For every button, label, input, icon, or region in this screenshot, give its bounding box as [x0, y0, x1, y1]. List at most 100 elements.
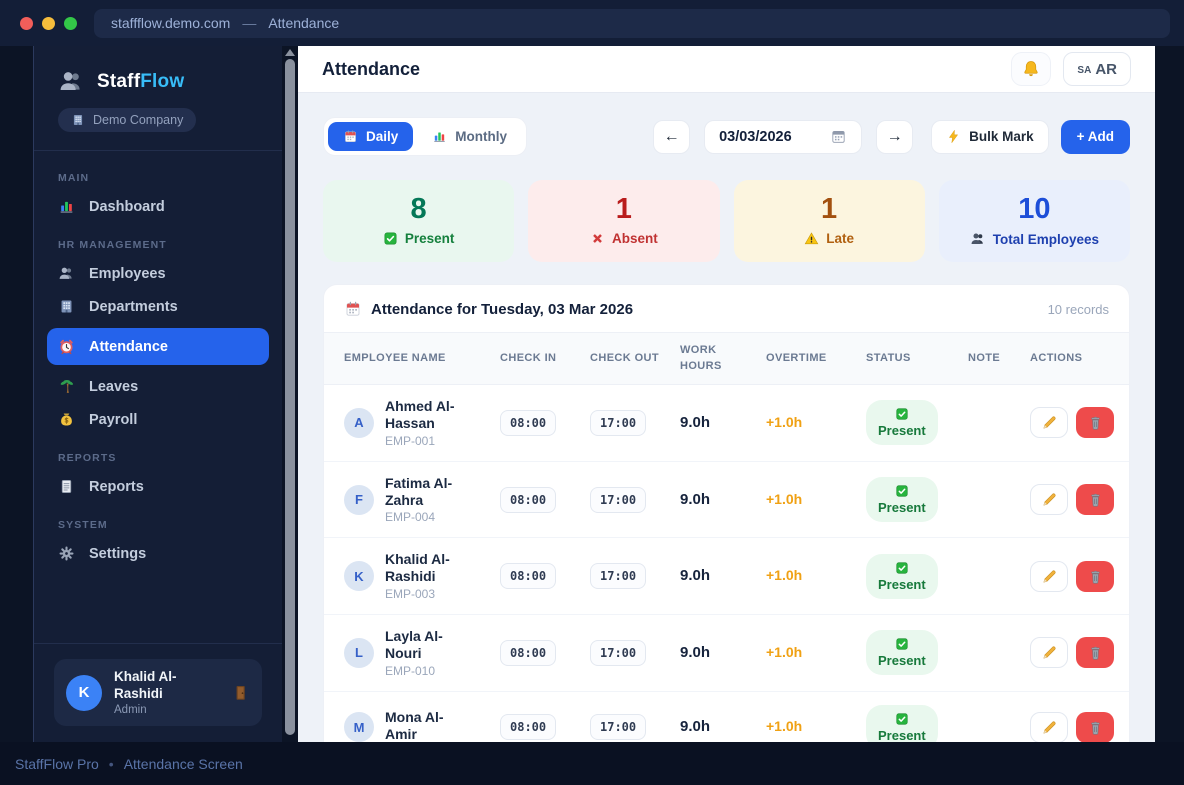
tab-daily[interactable]: Daily	[328, 122, 414, 151]
calendar-icon	[344, 300, 362, 318]
late-count: 1	[821, 193, 838, 225]
sidebar-item-dashboard[interactable]: Dashboard	[47, 191, 269, 222]
delete-button[interactable]	[1076, 484, 1114, 516]
money-bag-icon	[58, 411, 75, 428]
check-out-value[interactable]: 17:00	[590, 714, 647, 740]
people-icon	[58, 68, 85, 95]
pencil-icon	[1041, 719, 1058, 736]
user-card[interactable]: K Khalid Al-Rashidi Admin	[54, 659, 262, 726]
scrollbar-thumb[interactable]	[285, 59, 295, 735]
add-button[interactable]: + Add	[1060, 119, 1130, 154]
scrollbar-up-arrow-icon[interactable]	[285, 49, 295, 56]
delete-button[interactable]	[1076, 637, 1114, 669]
people-icon	[58, 265, 75, 282]
building-icon	[58, 298, 75, 315]
stat-card-late: 1 Late	[733, 180, 925, 263]
bell-icon	[1021, 59, 1041, 79]
red-x-icon	[590, 231, 605, 246]
date-value: 03/03/2026	[719, 128, 792, 145]
check-in-value[interactable]: 08:00	[500, 639, 557, 666]
total-employees-count: 10	[1018, 193, 1051, 225]
language-toggle-button[interactable]: SA AR	[1063, 52, 1131, 86]
address-bar[interactable]: staffflow.demo.com — Attendance	[94, 8, 1170, 38]
delete-button[interactable]	[1076, 407, 1114, 439]
sidebar-item-payroll[interactable]: Payroll	[47, 404, 269, 435]
pencil-icon	[1041, 568, 1058, 585]
attendance-table: EMPLOYEE NAME CHECK IN CHECK OUT WORK HO…	[324, 332, 1129, 742]
sidebar-item-attendance[interactable]: Attendance	[47, 328, 269, 365]
overtime-value: +1.0h	[766, 413, 803, 430]
check-in-value[interactable]: 08:00	[500, 563, 557, 590]
tab-monthly[interactable]: Monthly	[417, 122, 522, 151]
avatar: M	[344, 712, 374, 742]
stat-card-present: 8 Present	[323, 180, 515, 263]
next-day-button[interactable]: →	[876, 119, 914, 154]
employee-id: EMP-001	[385, 433, 436, 448]
nav-section-reports: REPORTS	[58, 452, 117, 464]
check-out-value[interactable]: 17:00	[590, 563, 647, 590]
table-row: L Layla Al-Nouri EMP-010 08:00 17:00 9.0…	[324, 614, 1129, 692]
employee-id: EMP-004	[385, 510, 436, 525]
column-employee-name: EMPLOYEE NAME	[324, 332, 492, 386]
table-row: M Mona Al-Amir 08:00 17:00 9.0h +1.0h Pr…	[324, 691, 1129, 742]
check-in-value[interactable]: 08:00	[500, 486, 557, 513]
maximize-window-icon[interactable]	[64, 16, 77, 30]
table-header-row: EMPLOYEE NAME CHECK IN CHECK OUT WORK HO…	[324, 332, 1129, 386]
employee-id: EMP-003	[385, 586, 436, 601]
vertical-scrollbar[interactable]	[282, 46, 298, 742]
calendar-icon	[343, 129, 358, 144]
delete-button[interactable]	[1076, 711, 1114, 742]
sidebar-item-departments[interactable]: Departments	[47, 291, 269, 322]
edit-button[interactable]	[1030, 560, 1068, 592]
sidebar-item-settings[interactable]: Settings	[47, 538, 269, 569]
delete-button[interactable]	[1076, 560, 1114, 592]
sidebar-footer: K Khalid Al-Rashidi Admin	[34, 643, 282, 742]
sidebar: StaffFlow Demo Company MAIN Dashboard HR…	[33, 46, 282, 742]
main-content: Attendance SA AR Daily Monthly ← 03/03/2…	[298, 46, 1155, 742]
edit-button[interactable]	[1030, 407, 1068, 439]
sidebar-item-leaves[interactable]: Leaves	[47, 371, 269, 402]
green-check-icon	[383, 231, 398, 246]
check-in-value[interactable]: 08:00	[500, 409, 557, 436]
trash-icon	[1087, 568, 1104, 585]
edit-button[interactable]	[1030, 711, 1068, 742]
work-hours-value: 9.0h	[680, 567, 711, 585]
edit-button[interactable]	[1030, 637, 1068, 669]
minimize-window-icon[interactable]	[42, 16, 55, 30]
check-out-value[interactable]: 17:00	[590, 486, 647, 513]
browser-titlebar: staffflow.demo.com — Attendance	[0, 0, 1184, 46]
bulk-mark-button[interactable]: Bulk Mark	[931, 119, 1049, 154]
table-row: K Khalid Al-Rashidi EMP-003 08:00 17:00 …	[324, 537, 1129, 615]
attendance-table-card: Attendance for Tuesday, 03 Mar 2026 10 r…	[323, 284, 1130, 742]
sidebar-item-reports[interactable]: Reports	[47, 471, 269, 502]
avatar: A	[344, 407, 374, 438]
work-hours-value: 9.0h	[680, 413, 711, 431]
door-icon[interactable]	[231, 683, 250, 702]
check-in-value[interactable]: 08:00	[500, 714, 557, 740]
page-body: Daily Monthly ← 03/03/2026 → Bulk Mark +…	[298, 93, 1155, 742]
column-overtime: OVERTIME	[758, 332, 858, 386]
logo: StaffFlow	[58, 68, 258, 95]
pencil-icon	[1041, 491, 1058, 508]
overtime-value: +1.0h	[766, 567, 803, 584]
employee-name: Ahmed Al-Hassan	[385, 398, 455, 431]
absent-count: 1	[615, 193, 632, 225]
status-badge: Present	[866, 477, 938, 523]
column-check-out: CHECK OUT	[582, 332, 672, 386]
employee-name: Layla Al-Nouri	[385, 627, 443, 661]
trash-icon	[1087, 414, 1104, 431]
sidebar-item-employees[interactable]: Employees	[47, 258, 269, 289]
status-badge: Present	[866, 630, 938, 676]
check-out-value[interactable]: 17:00	[590, 409, 647, 436]
previous-day-button[interactable]: ←	[653, 119, 691, 154]
column-actions: ACTIONS	[1022, 332, 1129, 386]
edit-button[interactable]	[1030, 484, 1068, 516]
lightning-icon	[946, 129, 961, 144]
work-hours-value: 9.0h	[680, 643, 711, 661]
check-out-value[interactable]: 17:00	[590, 639, 647, 666]
close-window-icon[interactable]	[20, 16, 33, 30]
date-picker[interactable]: 03/03/2026	[704, 119, 863, 154]
green-check-icon	[895, 561, 909, 575]
people-icon	[970, 231, 986, 247]
notifications-button[interactable]	[1011, 52, 1052, 86]
